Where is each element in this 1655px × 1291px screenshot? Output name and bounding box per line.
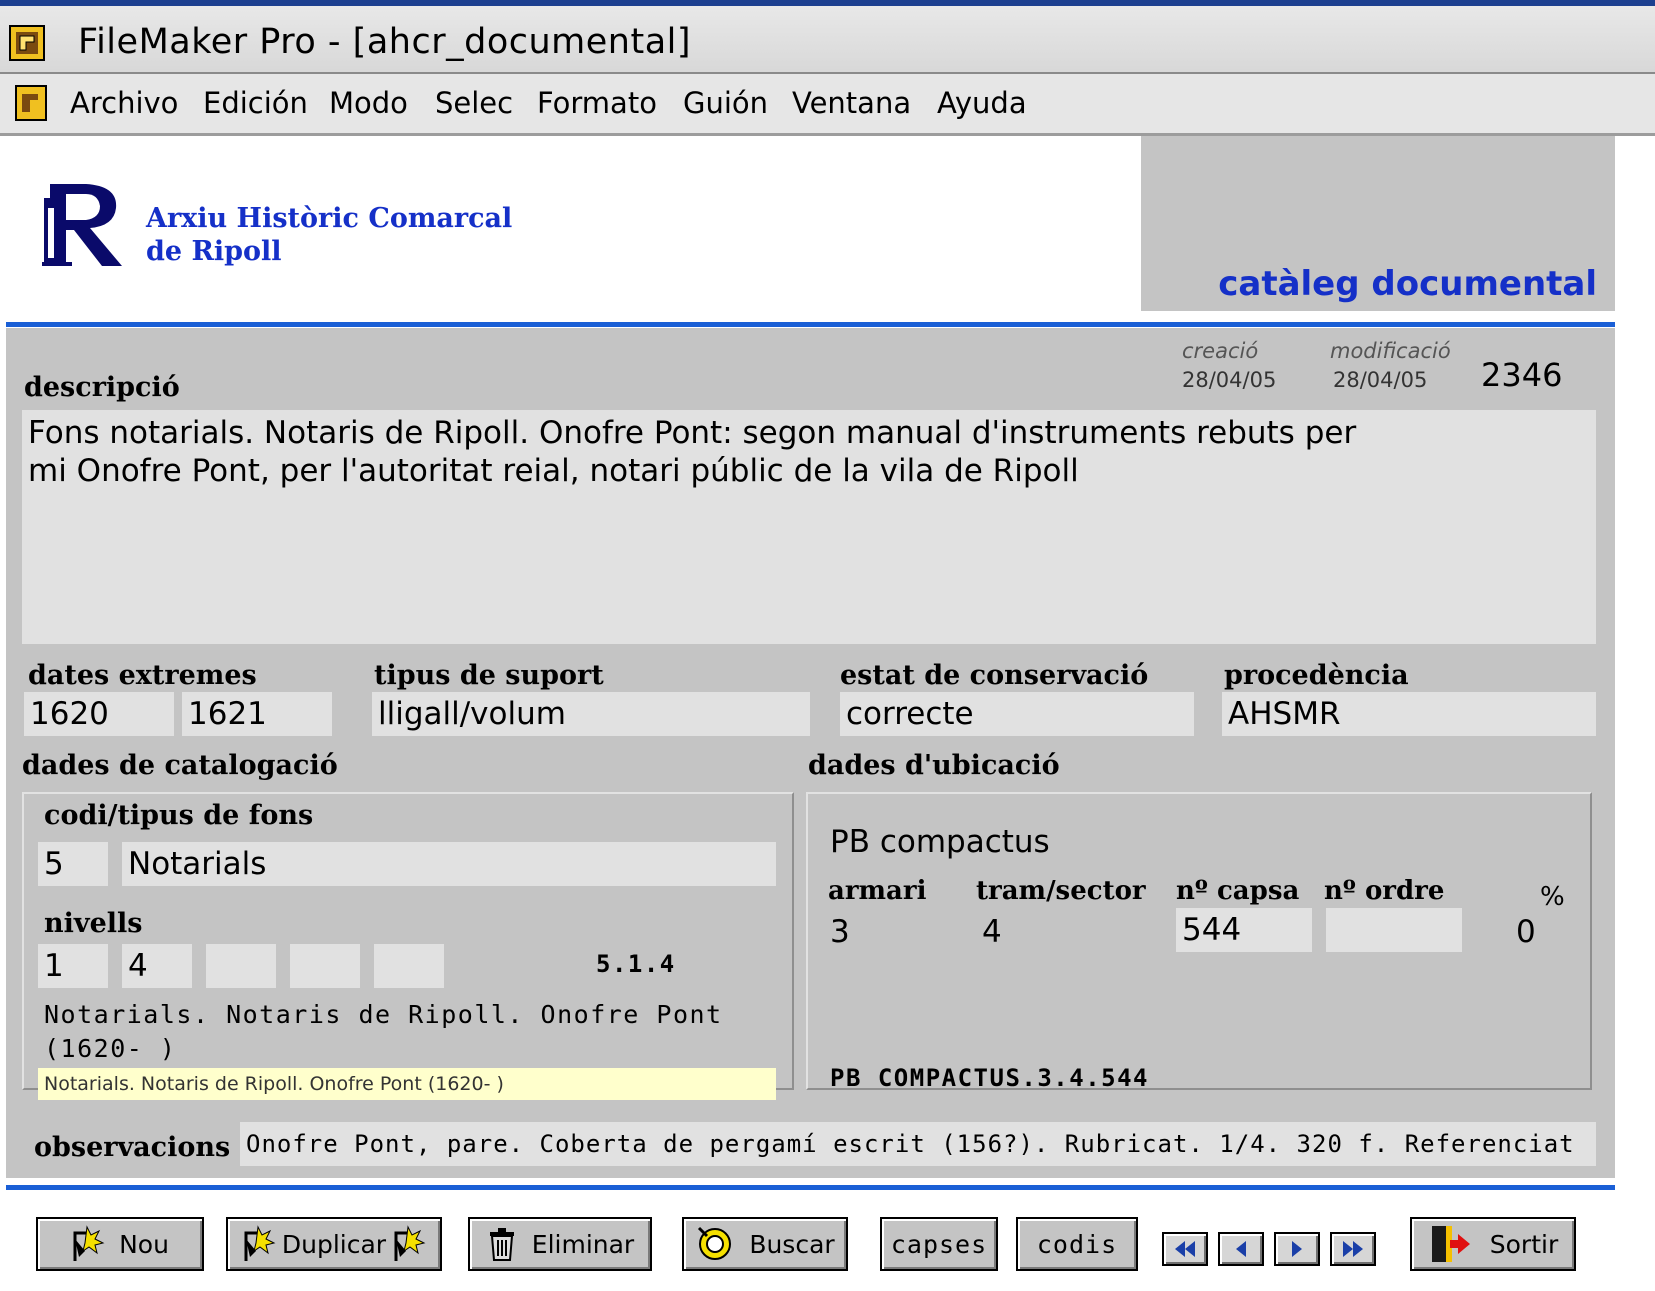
menu-edicion[interactable]: Edición	[203, 86, 308, 120]
level-description-line2: (1620- )	[44, 1034, 177, 1063]
ordre-label: nº ordre	[1324, 876, 1445, 906]
tram-label: tram/sector	[976, 876, 1146, 906]
tram-value[interactable]: 4	[982, 914, 1002, 950]
description-line2: mi Onofre Pont, per l'autoritat reial, n…	[28, 453, 1079, 489]
menu-ventana[interactable]: Ventana	[792, 86, 911, 120]
level-3-field[interactable]	[206, 944, 276, 988]
archive-logo	[42, 184, 122, 266]
search-button[interactable]: Buscar	[682, 1217, 848, 1271]
organization-name: Arxiu Històric Comarcal de Ripoll	[146, 202, 512, 268]
observations-field[interactable]: Onofre Pont, pare. Coberta de pergamí es…	[240, 1122, 1596, 1166]
fonds-code-field[interactable]: 5	[38, 842, 108, 886]
levels-label: nivells	[44, 908, 143, 939]
description-field[interactable]: Fons notarials. Notaris de Ripoll. Onofr…	[22, 410, 1596, 644]
modified-label: modificació	[1330, 339, 1451, 363]
level-description-line1: Notarials. Notaris de Ripoll. Onofre Pon…	[44, 1000, 723, 1029]
level-description-highlight: Notarials. Notaris de Ripoll. Onofre Pon…	[38, 1068, 776, 1100]
previous-record-button[interactable]	[1218, 1232, 1264, 1266]
catalog-title: catàleg documental	[1218, 264, 1597, 304]
new-record-label: Nou	[119, 1229, 169, 1259]
description-line1: Fons notarials. Notaris de Ripoll. Onofr…	[28, 415, 1357, 451]
provenance-label: procedència	[1224, 660, 1409, 691]
org-name-line1: Arxiu Històric Comarcal	[146, 203, 513, 234]
level-5-field[interactable]	[374, 944, 444, 988]
delete-record-button[interactable]: Eliminar	[468, 1217, 652, 1271]
duplicate-right-icon	[394, 1225, 426, 1261]
menu-ayuda[interactable]: Ayuda	[937, 86, 1027, 120]
last-record-icon	[1343, 1241, 1363, 1257]
conservation-field[interactable]: correcte	[840, 692, 1194, 736]
created-date: 28/04/05	[1182, 368, 1277, 392]
top-divider	[6, 322, 1615, 327]
duplicate-record-button[interactable]: Duplicar	[226, 1217, 442, 1271]
header-logo-area: Arxiu Històric Comarcal de Ripoll	[6, 136, 1141, 311]
next-record-button[interactable]	[1274, 1232, 1320, 1266]
fonds-label: codi/tipus de fons	[44, 800, 314, 831]
duplicate-left-icon	[244, 1225, 276, 1261]
first-record-icon	[1175, 1241, 1195, 1257]
created-label: creació	[1182, 339, 1259, 363]
bottom-divider	[6, 1185, 1615, 1190]
ordre-field[interactable]	[1326, 908, 1462, 952]
date-end-field[interactable]: 1621	[182, 692, 332, 736]
location-section-label: dades d'ubicació	[808, 750, 1060, 781]
menu-bar: Archivo Edición Modo Selec Formato Guión…	[0, 74, 1655, 136]
org-name-line2: de Ripoll	[146, 236, 282, 267]
armari-label: armari	[828, 876, 927, 906]
trash-icon	[489, 1228, 514, 1261]
location-signature: PB COMPACTUS.3.4.544	[830, 1064, 1149, 1092]
menu-modo[interactable]: Modo	[329, 86, 408, 120]
conservation-label: estat de conservació	[840, 660, 1149, 691]
location-place: PB compactus	[830, 824, 1050, 860]
capsa-field[interactable]: 544	[1176, 908, 1312, 952]
search-label: Buscar	[749, 1229, 835, 1259]
codes-button[interactable]: codis	[1016, 1217, 1138, 1271]
armari-value[interactable]: 3	[830, 914, 850, 950]
support-label: tipus de suport	[374, 660, 604, 691]
filemaker-app-icon[interactable]	[6, 22, 48, 64]
observations-label: observacions	[34, 1132, 231, 1163]
next-record-icon	[1292, 1241, 1302, 1257]
exit-label: Sortir	[1489, 1229, 1559, 1259]
last-record-button[interactable]	[1330, 1232, 1376, 1266]
first-record-button[interactable]	[1162, 1232, 1208, 1266]
layout-panel: Arxiu Històric Comarcal de Ripoll catàle…	[0, 136, 1615, 1291]
fonds-type-field[interactable]: Notarials	[122, 842, 776, 886]
menu-formato[interactable]: Formato	[537, 86, 657, 120]
date-start-field[interactable]: 1620	[24, 692, 174, 736]
new-record-button[interactable]: Nou	[36, 1217, 204, 1271]
exit-button[interactable]: Sortir	[1410, 1217, 1576, 1271]
dates-label: dates extremes	[28, 660, 257, 691]
boxes-button[interactable]: capses	[880, 1217, 998, 1271]
previous-record-icon	[1236, 1241, 1246, 1257]
search-icon	[698, 1226, 732, 1260]
cataloging-section-label: dades de catalogació	[22, 750, 338, 781]
percent-value[interactable]: 0	[1516, 914, 1536, 950]
menu-selec[interactable]: Selec	[435, 86, 513, 120]
level-4-field[interactable]	[290, 944, 360, 988]
record-id: 2346	[1481, 356, 1563, 394]
level-description: Notarials. Notaris de Ripoll. Onofre Pon…	[44, 998, 723, 1066]
modified-date: 28/04/05	[1333, 368, 1428, 392]
provenance-field[interactable]: AHSMR	[1222, 692, 1596, 736]
description-label: descripció	[24, 372, 180, 403]
title-bar: FileMaker Pro - [ahcr_documental]	[0, 0, 1655, 74]
menu-archivo[interactable]: Archivo	[70, 86, 178, 120]
level-1-field[interactable]: 1	[38, 944, 108, 988]
record-layout: Arxiu Històric Comarcal de Ripoll catàle…	[0, 136, 1655, 1291]
document-menu-icon[interactable]	[12, 84, 52, 124]
delete-record-label: Eliminar	[531, 1229, 635, 1259]
new-record-icon	[73, 1225, 105, 1261]
header-title-area: catàleg documental	[1141, 136, 1615, 311]
percent-label: %	[1540, 882, 1565, 912]
exit-door-icon	[1431, 1226, 1470, 1262]
capsa-label: nº capsa	[1176, 876, 1300, 906]
window-title: FileMaker Pro - [ahcr_documental]	[78, 22, 692, 62]
menu-guion[interactable]: Guión	[683, 86, 768, 120]
duplicate-record-label: Duplicar	[281, 1229, 387, 1259]
level-2-field[interactable]: 4	[122, 944, 192, 988]
level-code: 5.1.4	[596, 950, 676, 978]
support-field[interactable]: lligall/volum	[372, 692, 810, 736]
